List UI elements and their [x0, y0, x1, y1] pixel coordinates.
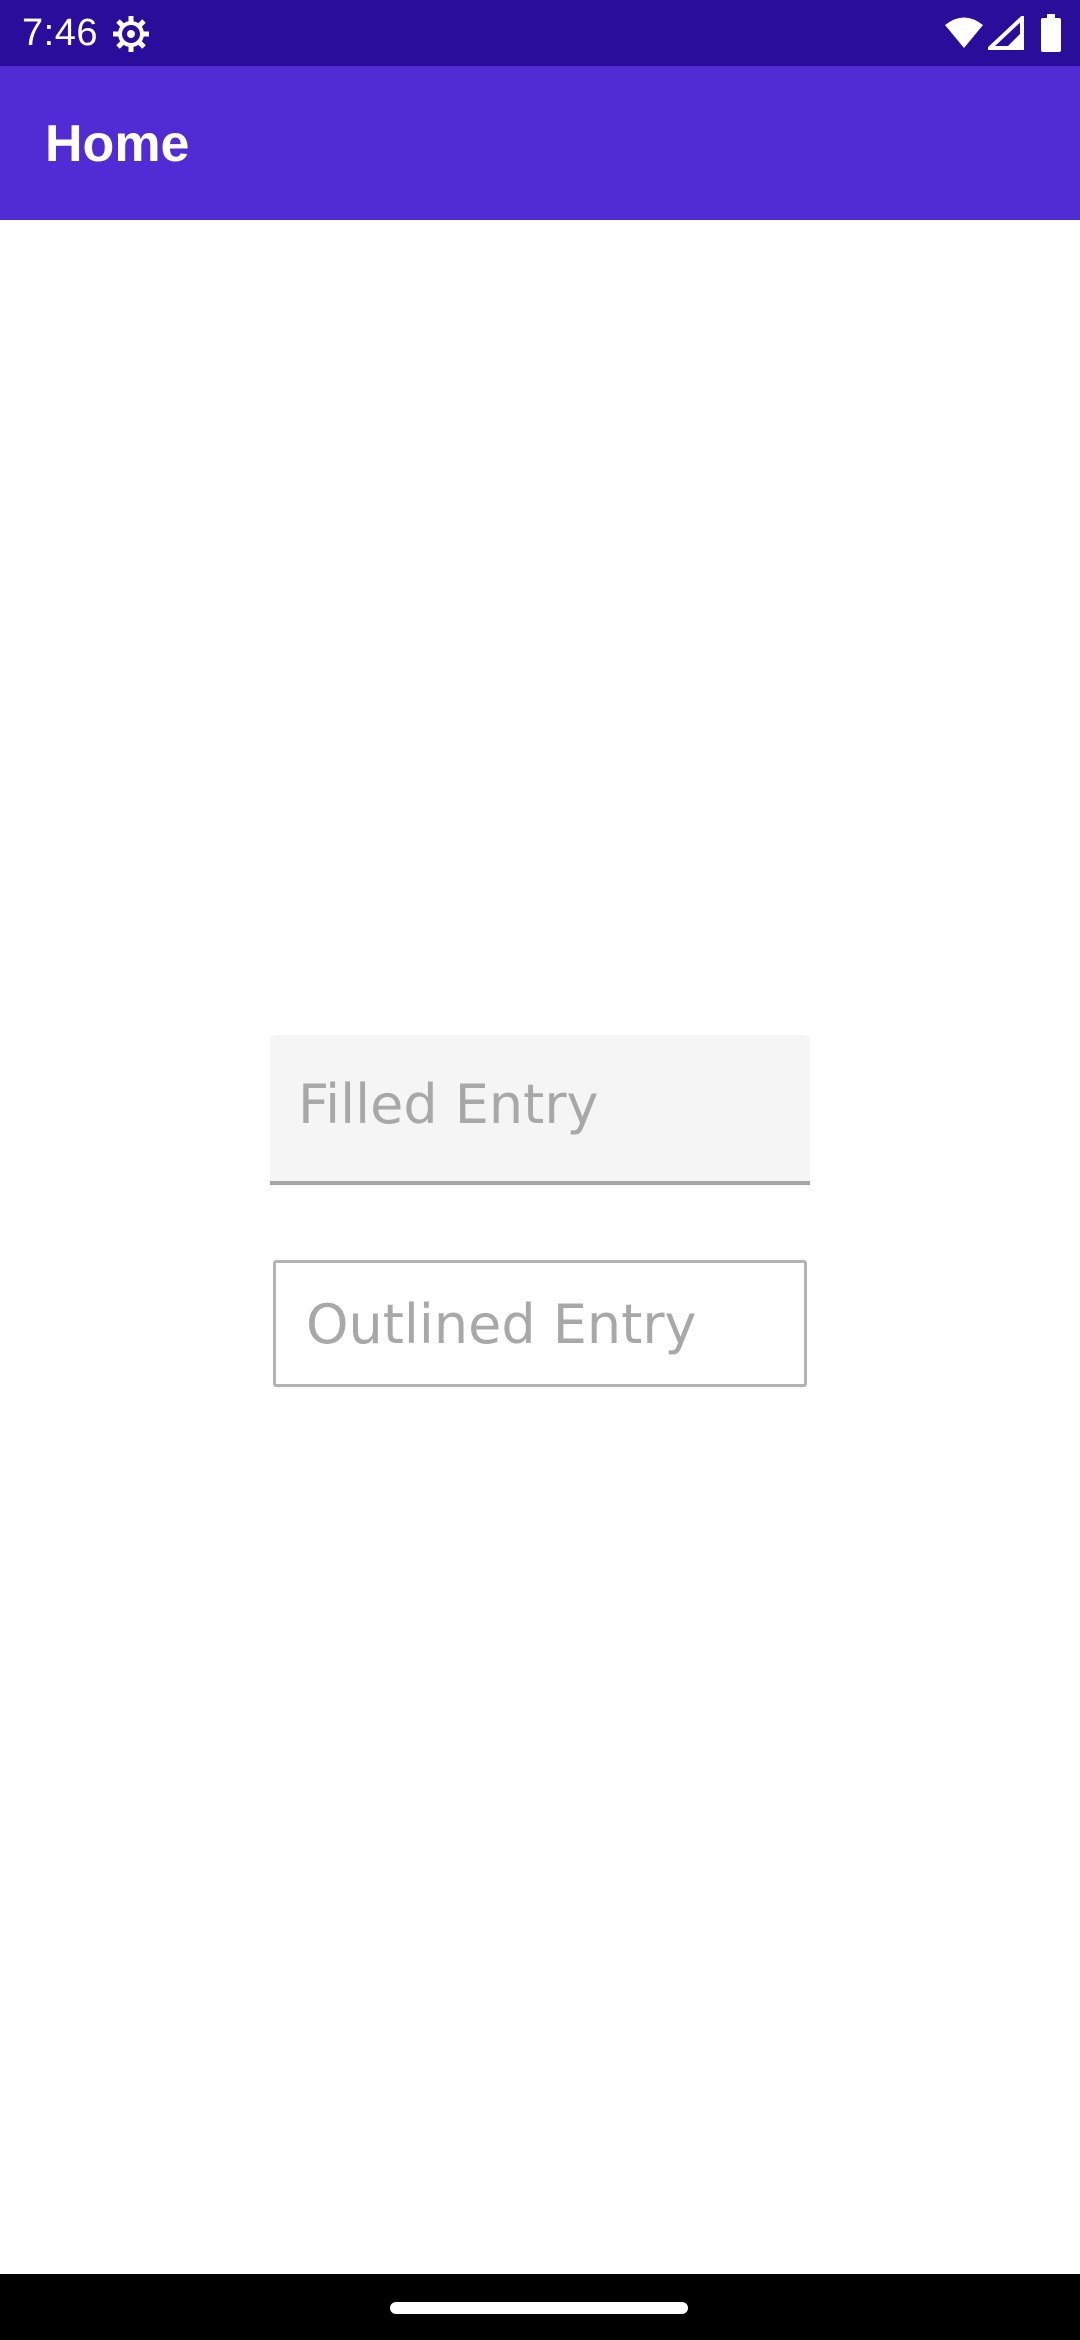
outlined-entry-placeholder: Outlined Entry [306, 1293, 697, 1356]
filled-entry-placeholder: Filled Entry [298, 1073, 599, 1136]
status-time: 7:46 [22, 12, 98, 54]
app-bar: Home [0, 66, 1080, 220]
status-bar: 7:46 [0, 0, 1080, 66]
filled-entry-field[interactable]: Filled Entry [270, 1035, 810, 1185]
settings-gear-icon [113, 16, 149, 52]
page-title: Home [45, 115, 190, 173]
screen: 7:46 Home Filled Entry Outlined Entry [0, 0, 1080, 2340]
cell-signal-icon [988, 16, 1024, 50]
status-icons [880, 0, 1080, 66]
home-gesture-handle[interactable] [390, 2302, 688, 2314]
battery-icon [1041, 14, 1061, 52]
outlined-entry-field[interactable]: Outlined Entry [273, 1260, 807, 1387]
navigation-bar [0, 2274, 1080, 2340]
wifi-icon [945, 17, 983, 48]
